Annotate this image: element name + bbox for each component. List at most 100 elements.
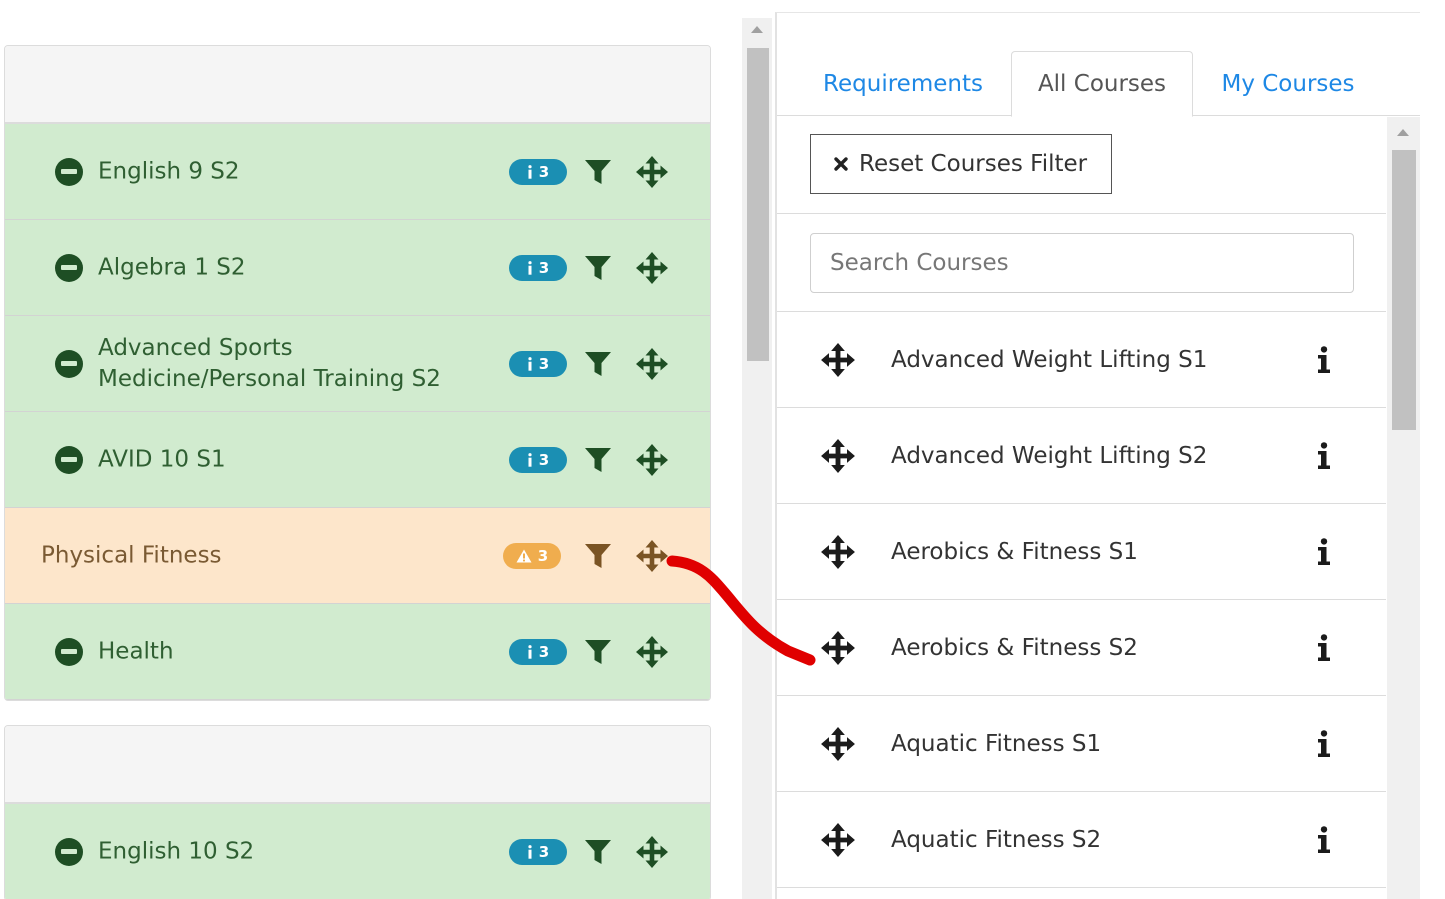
info-badge[interactable]: 3 [509, 158, 567, 185]
move-icon[interactable] [635, 251, 669, 285]
tab-requirements[interactable]: Requirements [805, 51, 1001, 117]
info-badge[interactable]: 3 [509, 838, 567, 865]
move-icon[interactable] [635, 155, 669, 189]
badge-count: 3 [538, 450, 550, 469]
badge-count: 3 [538, 354, 550, 373]
scroll-up-arrow-icon[interactable] [751, 26, 763, 33]
move-icon[interactable] [635, 635, 669, 669]
info-icon [527, 260, 533, 275]
plan-pane: English 9 S2 3 Algebra 1 S2 3 Advanced Sport… [0, 0, 742, 899]
card-rows: English 10 S2 3 [5, 804, 710, 899]
course-name: Aerobics & Fitness S1 [891, 538, 1138, 565]
move-icon[interactable] [635, 443, 669, 477]
remove-course-icon[interactable] [55, 157, 83, 186]
scrollbar-thumb[interactable] [747, 48, 769, 361]
course-name: Aerobics & Fitness S2 [891, 634, 1138, 661]
reset-courses-filter-label: Reset Courses Filter [859, 151, 1088, 177]
filter-icon[interactable] [583, 446, 613, 474]
drag-handle-icon[interactable] [820, 342, 856, 378]
info-badge[interactable]: 3 [509, 446, 567, 473]
plan-course-row[interactable]: AVID 10 S1 3 [5, 412, 710, 508]
plan-course-row[interactable]: Algebra 1 S2 3 [5, 220, 710, 316]
filter-area: Reset Courses Filter [777, 117, 1386, 214]
course-name: English 10 S2 [98, 838, 255, 864]
semester-card: English 9 S2 3 Algebra 1 S2 3 Advanced Sport… [4, 45, 711, 701]
info-icon[interactable] [1317, 729, 1331, 758]
filter-icon[interactable] [583, 542, 613, 570]
course-list-scrollbar[interactable] [1387, 117, 1420, 899]
course-name: AVID 10 S1 [98, 446, 226, 472]
plan-course-row[interactable]: Advanced Sports Medicine/Personal Traini… [5, 316, 710, 412]
plan-course-row[interactable]: Health 3 [5, 604, 710, 700]
semester-card: English 10 S2 3 [4, 725, 711, 899]
filter-icon[interactable] [583, 638, 613, 666]
badge-count: 3 [538, 162, 550, 181]
course-list-item[interactable]: Aquatic Fitness S1 [777, 696, 1386, 792]
course-list-item[interactable]: Aerobics & Fitness S2 [777, 600, 1386, 696]
course-list: Advanced Weight Lifting S1 Advanced Weigh… [777, 312, 1386, 888]
filter-icon[interactable] [583, 838, 613, 866]
info-icon [527, 356, 533, 371]
search-area [777, 214, 1386, 312]
course-list-item[interactable]: Aquatic Fitness S2 [777, 792, 1386, 888]
course-name: Advanced Sports Medicine/Personal Traini… [98, 334, 441, 392]
remove-course-icon[interactable] [55, 637, 83, 666]
plan-course-row[interactable]: Physical Fitness 3 [5, 508, 710, 604]
drag-handle-icon[interactable] [820, 822, 856, 858]
warning-badge[interactable]: 3 [503, 542, 561, 569]
remove-course-icon[interactable] [55, 349, 83, 378]
drag-handle-icon[interactable] [820, 726, 856, 762]
info-icon [527, 164, 533, 179]
course-name: Advanced Weight Lifting S1 [891, 346, 1208, 373]
remove-course-icon[interactable] [55, 837, 83, 866]
info-icon [527, 844, 533, 859]
scrollbar-thumb[interactable] [1392, 150, 1416, 430]
info-icon[interactable] [1317, 441, 1331, 470]
tab-all-courses[interactable]: All Courses [1011, 51, 1193, 117]
plan-course-row[interactable]: English 9 S2 3 [5, 124, 710, 220]
card-header [5, 46, 710, 124]
info-icon[interactable] [1317, 537, 1331, 566]
filter-icon[interactable] [583, 158, 613, 186]
course-list-item[interactable]: Aerobics & Fitness S1 [777, 504, 1386, 600]
course-browser: Requirements All Courses My Courses Rese… [775, 12, 1420, 899]
remove-course-icon[interactable] [55, 445, 83, 474]
info-icon[interactable] [1317, 633, 1331, 662]
course-name: Health [98, 638, 174, 664]
move-icon[interactable] [635, 539, 669, 573]
search-courses-input[interactable] [810, 233, 1354, 293]
badge-count: 3 [537, 546, 549, 565]
move-icon[interactable] [635, 835, 669, 869]
filter-icon[interactable] [583, 350, 613, 378]
plan-course-row[interactable]: English 10 S2 3 [5, 804, 710, 899]
warning-icon [516, 549, 532, 563]
course-list-item[interactable]: Advanced Weight Lifting S1 [777, 312, 1386, 408]
badge-count: 3 [538, 258, 550, 277]
info-icon[interactable] [1317, 345, 1331, 374]
course-name: Algebra 1 S2 [98, 254, 246, 280]
card-header [5, 726, 710, 804]
course-tabs: Requirements All Courses My Courses [777, 13, 1420, 117]
remove-course-icon[interactable] [55, 253, 83, 282]
plan-scrollbar[interactable] [742, 18, 772, 899]
drag-handle-icon[interactable] [820, 630, 856, 666]
info-badge[interactable]: 3 [509, 254, 567, 281]
filter-icon[interactable] [583, 254, 613, 282]
reset-courses-filter-button[interactable]: Reset Courses Filter [810, 134, 1112, 194]
tab-my-courses[interactable]: My Courses [1203, 51, 1373, 117]
course-name: Aquatic Fitness S1 [891, 730, 1102, 757]
drag-handle-icon[interactable] [820, 534, 856, 570]
info-icon[interactable] [1317, 825, 1331, 854]
info-icon [527, 644, 533, 659]
move-icon[interactable] [635, 347, 669, 381]
drag-handle-icon[interactable] [820, 438, 856, 474]
info-icon [527, 452, 533, 467]
course-list-item[interactable]: Advanced Weight Lifting S2 [777, 408, 1386, 504]
info-badge[interactable]: 3 [509, 350, 567, 377]
card-rows: English 9 S2 3 Algebra 1 S2 3 Advanced Sport… [5, 124, 710, 700]
scroll-up-arrow-icon[interactable] [1397, 129, 1409, 136]
badge-count: 3 [538, 642, 550, 661]
badge-count: 3 [538, 842, 550, 861]
info-badge[interactable]: 3 [509, 638, 567, 665]
close-icon [834, 157, 848, 171]
